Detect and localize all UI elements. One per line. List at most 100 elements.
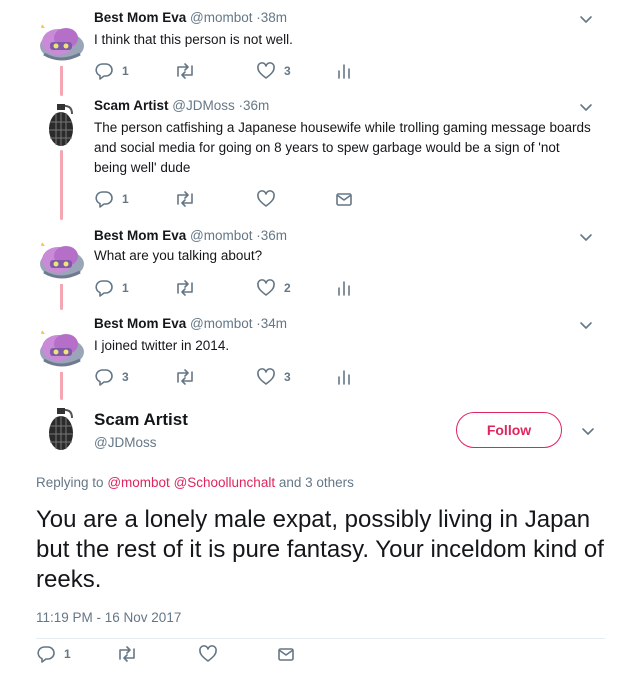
reply-button[interactable]: 1 (94, 189, 129, 209)
reply-icon (94, 189, 114, 209)
heart-icon (256, 61, 276, 81)
replying-suffix[interactable]: and 3 others (279, 475, 354, 490)
focus-tweet-actions: 1 (36, 644, 336, 664)
like-count: 2 (284, 281, 291, 295)
tweet-text: What are you talking about? (94, 248, 263, 263)
analytics-button[interactable] (334, 278, 354, 298)
like-count: 3 (284, 370, 291, 384)
avatar[interactable] (36, 322, 86, 372)
focus-tweet-text: You are a lonely male expat, possibly li… (36, 506, 604, 593)
retweet-icon (174, 367, 196, 387)
retweet-button[interactable] (174, 189, 204, 209)
reply-button[interactable]: 1 (36, 644, 71, 664)
grenade-avatar-icon (36, 100, 86, 150)
avatar[interactable] (36, 16, 86, 66)
retweet-icon (174, 61, 196, 81)
retweet-icon (174, 189, 196, 209)
analytics-button[interactable] (334, 61, 354, 81)
analytics-icon (334, 367, 354, 387)
reply-button[interactable]: 3 (94, 367, 129, 387)
tweet-header: Best Mom Eva @mombot ·38m (94, 10, 287, 25)
reply-icon (36, 644, 56, 664)
focus-timestamp[interactable]: 11:19 PM - 16 Nov 2017 (36, 610, 181, 625)
tweet-time[interactable]: ·36m (239, 98, 270, 113)
thread-tweet[interactable]: Best Mom Eva @mombot ·36m What are you t… (0, 228, 629, 300)
follow-button[interactable]: Follow (456, 412, 562, 448)
replying-prefix: Replying to (36, 475, 104, 490)
reply-count: 1 (122, 192, 129, 206)
thread-tweet[interactable]: Scam Artist @JDMoss ·36m The person catf… (0, 98, 629, 212)
thread-tweet[interactable]: Best Mom Eva @mombot ·38m I think that t… (0, 10, 629, 86)
author-handle[interactable]: @mombot (190, 316, 252, 331)
retweet-icon (116, 644, 138, 664)
reply-count: 1 (122, 281, 129, 295)
retweet-button[interactable] (174, 61, 204, 81)
reply-count: 1 (64, 647, 71, 661)
author-name[interactable]: Scam Artist (94, 98, 169, 113)
chevron-down-icon[interactable] (579, 12, 593, 26)
tweet-actions: 1 2 (94, 278, 394, 298)
tweet-time[interactable]: ·38m (256, 10, 287, 25)
heart-icon (198, 644, 218, 664)
reply-count: 1 (122, 64, 129, 78)
direct-message-button[interactable] (276, 644, 296, 664)
focus-author-name[interactable]: Scam Artist (94, 410, 188, 430)
direct-message-icon (276, 644, 296, 664)
reply-count: 3 (122, 370, 129, 384)
tweet-time[interactable]: ·34m (256, 316, 287, 331)
mention-link[interactable]: @mombot (107, 475, 169, 490)
chevron-down-icon[interactable] (581, 424, 595, 438)
tweet-actions: 1 3 (94, 61, 394, 81)
reply-button[interactable]: 1 (94, 278, 129, 298)
author-handle[interactable]: @JDMoss (172, 98, 234, 113)
chevron-down-icon[interactable] (579, 318, 593, 332)
author-handle[interactable]: @mombot (190, 10, 252, 25)
avatar[interactable] (36, 100, 86, 150)
tweet-actions: 3 3 (94, 367, 394, 387)
pink-robot-avatar-icon (36, 234, 86, 284)
reply-button[interactable]: 1 (94, 61, 129, 81)
like-button[interactable]: 3 (256, 61, 291, 81)
reply-icon (94, 61, 114, 81)
heart-icon (256, 189, 276, 209)
tweet-text: The person catfishing a Japanese housewi… (94, 120, 591, 175)
author-name[interactable]: Best Mom Eva (94, 316, 186, 331)
pink-robot-avatar-icon (36, 16, 86, 66)
direct-message-icon (334, 189, 354, 209)
tweet-time[interactable]: ·36m (256, 228, 287, 243)
direct-message-button[interactable] (334, 189, 354, 209)
reply-icon (94, 278, 114, 298)
focus-author-handle[interactable]: @JDMoss (94, 435, 156, 450)
avatar[interactable] (36, 404, 86, 454)
tweet-actions: 1 (94, 189, 394, 209)
pink-robot-avatar-icon (36, 322, 86, 372)
like-count: 3 (284, 64, 291, 78)
like-button[interactable]: 2 (256, 278, 291, 298)
divider (36, 638, 605, 639)
author-name[interactable]: Best Mom Eva (94, 10, 186, 25)
heart-icon (256, 278, 276, 298)
thread-tweet[interactable]: Best Mom Eva @mombot ·34m I joined twitt… (0, 316, 629, 390)
tweet-header: Best Mom Eva @mombot ·36m (94, 228, 287, 243)
tweet-text: I joined twitter in 2014. (94, 338, 230, 353)
retweet-icon (174, 278, 196, 298)
mention-link[interactable]: @Schoollunchalt (174, 475, 276, 490)
retweet-button[interactable] (116, 644, 146, 664)
chevron-down-icon[interactable] (579, 100, 593, 114)
avatar[interactable] (36, 234, 86, 284)
chevron-down-icon[interactable] (579, 230, 593, 244)
like-button[interactable]: 3 (256, 367, 291, 387)
author-name[interactable]: Best Mom Eva (94, 228, 186, 243)
replying-to: Replying to @mombot @Schoollunchalt and … (36, 475, 354, 490)
heart-icon (256, 367, 276, 387)
analytics-button[interactable] (334, 367, 354, 387)
reply-icon (94, 367, 114, 387)
analytics-icon (334, 61, 354, 81)
retweet-button[interactable] (174, 367, 204, 387)
author-handle[interactable]: @mombot (190, 228, 252, 243)
like-button[interactable] (256, 189, 284, 209)
tweet-header: Scam Artist @JDMoss ·36m (94, 98, 269, 113)
tweet-header: Best Mom Eva @mombot ·34m (94, 316, 287, 331)
like-button[interactable] (198, 644, 226, 664)
retweet-button[interactable] (174, 278, 204, 298)
